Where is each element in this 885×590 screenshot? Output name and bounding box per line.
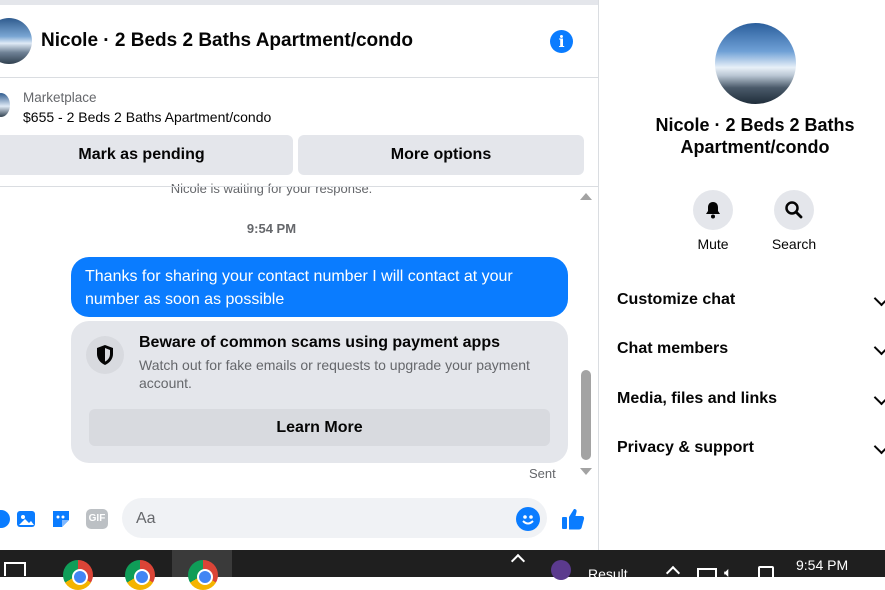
plus-icon[interactable]	[0, 508, 12, 530]
chrome-icon[interactable]	[125, 560, 155, 590]
profile-picture[interactable]	[715, 23, 796, 104]
message-input[interactable]	[136, 508, 496, 530]
mute-button[interactable]	[693, 190, 733, 230]
task-view-icon[interactable]	[4, 562, 26, 576]
app-tray-icon[interactable]	[551, 560, 571, 580]
privacy-support-item[interactable]: Privacy & support	[617, 439, 754, 457]
marketplace-label: Marketplace	[23, 90, 97, 105]
mark-as-pending-button[interactable]: Mark as pending	[0, 135, 293, 175]
chrome-icon[interactable]	[63, 560, 93, 590]
media-files-links-item[interactable]: Media, files and links	[617, 390, 777, 408]
customize-chat-item[interactable]: Customize chat	[617, 291, 735, 309]
panel-divider	[598, 0, 599, 550]
outgoing-message[interactable]: Thanks for sharing your contact number I…	[71, 257, 568, 317]
search-icon	[785, 201, 803, 219]
chrome-icon[interactable]	[188, 560, 218, 590]
learn-more-button[interactable]: Learn More	[89, 409, 550, 446]
listing-thumbnail[interactable]	[0, 93, 10, 117]
chevron-down-icon[interactable]	[873, 290, 885, 307]
message-timestamp: 9:54 PM	[246, 221, 297, 236]
listing-price-title[interactable]: $655 - 2 Beds 2 Baths Apartment/condo	[23, 109, 271, 125]
chevron-down-icon[interactable]	[873, 438, 885, 455]
scrollbar-thumb[interactable]	[581, 370, 591, 460]
emoji-icon[interactable]	[516, 507, 540, 531]
scroll-down-arrow[interactable]	[580, 468, 592, 475]
more-options-button[interactable]: More options	[298, 135, 584, 175]
shield-icon	[86, 336, 124, 374]
waiting-notice: Nicole is waiting for your response.	[170, 181, 373, 196]
photo-icon[interactable]	[15, 508, 37, 530]
chat-title[interactable]: Nicole · 2 Beds 2 Baths Apartment/condo	[41, 30, 413, 52]
scam-warning-title: Beware of common scams using payment app…	[139, 334, 500, 351]
result-label[interactable]: Result	[588, 566, 628, 582]
gif-icon[interactable]: GIF	[86, 508, 108, 530]
bell-icon	[706, 202, 720, 219]
shield-glyph	[97, 345, 113, 365]
taskbar-clock[interactable]: 9:54 PM	[796, 557, 848, 573]
info-icon[interactable]: i	[550, 30, 573, 53]
notification-icon[interactable]	[758, 566, 774, 582]
gif-label: GIF	[86, 509, 108, 529]
sticker-icon[interactable]	[50, 508, 72, 530]
battery-icon[interactable]	[697, 568, 717, 582]
scroll-up-arrow[interactable]	[580, 193, 592, 200]
header-divider	[0, 186, 598, 187]
search-button[interactable]	[774, 190, 814, 230]
profile-name: Nicole · 2 Beds 2 Baths Apartment/condo	[655, 115, 855, 157]
scam-warning-description: Watch out for fake emails or requests to…	[139, 357, 530, 391]
message-status: Sent	[529, 466, 556, 481]
chat-members-item[interactable]: Chat members	[617, 340, 728, 358]
search-label: Search	[771, 236, 817, 252]
thumbs-up-icon[interactable]	[560, 506, 586, 532]
speaker-icon[interactable]: 🔈︎	[724, 564, 732, 581]
mute-label: Mute	[697, 236, 729, 252]
chevron-down-icon[interactable]	[873, 339, 885, 356]
chevron-down-icon[interactable]	[873, 389, 885, 406]
